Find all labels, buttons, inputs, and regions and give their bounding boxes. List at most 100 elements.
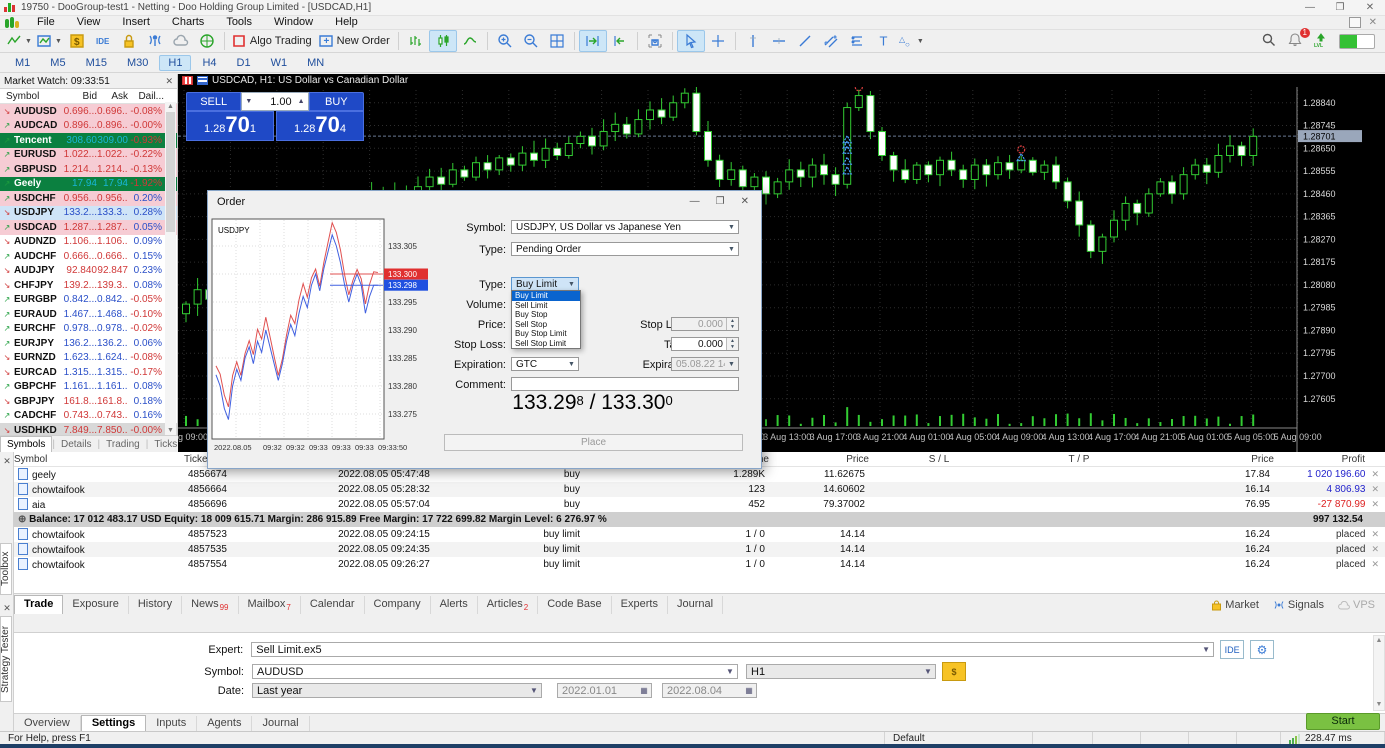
- market-watch-row-eurcad[interactable]: ↘EURCAD1.315...1.315...-0.17%: [0, 365, 177, 380]
- market-watch-header[interactable]: SymbolBidAskDail...: [0, 89, 177, 104]
- toolbox-tab-alerts[interactable]: Alerts: [431, 596, 478, 614]
- toolbox-tab-journal[interactable]: Journal: [668, 596, 723, 614]
- order-symbol-select[interactable]: USDJPY, US Dollar vs Japanese Yen▼: [511, 220, 739, 234]
- timeframe-d1[interactable]: D1: [228, 55, 260, 71]
- horizontal-line-icon[interactable]: [766, 31, 792, 51]
- mw-tab-trading[interactable]: Trading: [100, 437, 146, 452]
- menu-charts[interactable]: Charts: [161, 16, 215, 28]
- lock-icon[interactable]: [116, 31, 142, 51]
- vps-cloud-icon[interactable]: [168, 31, 194, 51]
- chart-type-icon[interactable]: ▼: [4, 31, 34, 51]
- market-watch-row-euraud[interactable]: ↗EURAUD1.467...1.468...-0.10%: [0, 307, 177, 322]
- menu-view[interactable]: View: [66, 16, 112, 28]
- sell-price[interactable]: 1.28 70 1: [186, 111, 274, 141]
- market-watch-row-gbpusd[interactable]: ↗GBPUSD1.214...1.214...-0.13%: [0, 162, 177, 177]
- order-type-select[interactable]: Pending Order▼: [511, 242, 739, 256]
- trade-col-price[interactable]: Price: [1149, 454, 1274, 465]
- crosshair-icon[interactable]: [705, 31, 731, 51]
- market-watch-row-eurnzd[interactable]: ↘EURNZD1.623...1.624...-0.08%: [0, 351, 177, 366]
- expert-select[interactable]: Sell Limit.ex5▼: [251, 642, 1214, 657]
- menu-insert[interactable]: Insert: [111, 16, 161, 28]
- close-icon[interactable]: ✕: [1355, 1, 1385, 15]
- notifications-bell-icon[interactable]: 1: [1287, 32, 1303, 51]
- toolbox-tab-news[interactable]: News99: [182, 596, 238, 614]
- toolbox-tab-company[interactable]: Company: [365, 596, 431, 614]
- timeframe-m1[interactable]: M1: [6, 55, 39, 71]
- trade-col-sl[interactable]: S / L: [869, 454, 1009, 465]
- market-watch-row-eurgbp[interactable]: ↗EURGBP0.842...0.842...-0.05%: [0, 293, 177, 308]
- menu-window[interactable]: Window: [263, 16, 324, 28]
- market-watch-row-usdjpy[interactable]: ↘USDJPY133.2...133.3...0.28%: [0, 206, 177, 221]
- trade-col-profit[interactable]: Profit: [1274, 454, 1385, 465]
- tester-vertical-tab[interactable]: Strategy Tester: [0, 616, 12, 702]
- candlestick-chart-icon[interactable]: [429, 30, 457, 52]
- dialog-close-icon[interactable]: ✕: [741, 196, 749, 207]
- mw-col-symbol[interactable]: Symbol: [0, 91, 62, 102]
- expert-settings-gear-icon[interactable]: ⚙: [1250, 640, 1274, 659]
- close-position-icon[interactable]: ✕: [1365, 499, 1379, 509]
- market-watch-close-icon[interactable]: ✕: [165, 76, 173, 87]
- close-position-icon[interactable]: ✕: [1365, 544, 1379, 554]
- expiration-select[interactable]: GTC▼: [511, 357, 579, 371]
- toolbox-tab-code-base[interactable]: Code Base: [538, 596, 611, 614]
- tester-tab-journal[interactable]: Journal: [252, 716, 309, 732]
- volume-increase-icon[interactable]: ▲: [295, 98, 308, 105]
- chart-mini-icon[interactable]: [197, 76, 208, 85]
- timeframe-h1[interactable]: H1: [159, 55, 191, 71]
- symbol-select[interactable]: AUDUSD▼: [252, 664, 738, 679]
- algo-trading-button[interactable]: Algo Trading: [229, 31, 316, 51]
- timeframe-h4[interactable]: H4: [193, 55, 225, 71]
- ide-button[interactable]: IDE: [1220, 640, 1244, 659]
- close-position-icon[interactable]: ✕: [1365, 529, 1379, 539]
- dropdown-option-buy-stop-limit[interactable]: Buy Stop Limit: [512, 329, 580, 339]
- mw-col-bid[interactable]: Bid: [62, 91, 97, 102]
- trade-row-4857535[interactable]: chowtaifook48575352022.08.05 09:24:35buy…: [14, 542, 1385, 557]
- chart-shift-icon[interactable]: [579, 30, 607, 52]
- signals-broadcast-icon[interactable]: [142, 31, 168, 51]
- pending-type-select[interactable]: Buy Limit▼: [511, 277, 579, 291]
- market-watch-row-audnzd[interactable]: ↘AUDNZD1.106...1.106...0.09%: [0, 235, 177, 250]
- market-watch-row-geely[interactable]: ↗Geely17.9417.94-1.92%: [0, 177, 177, 192]
- tester-tab-settings[interactable]: Settings: [81, 715, 146, 732]
- dropdown-option-buy-limit[interactable]: Buy Limit: [512, 291, 580, 301]
- buy-button[interactable]: BUY: [309, 92, 364, 111]
- sell-button[interactable]: SELL: [186, 92, 241, 111]
- close-position-icon[interactable]: ✕: [1365, 484, 1379, 494]
- trade-row-4857523[interactable]: chowtaifook48575232022.08.05 09:24:15buy…: [14, 527, 1385, 542]
- mw-tab-symbols[interactable]: Symbols: [0, 436, 52, 452]
- child-restore-icon[interactable]: [1349, 17, 1361, 28]
- trade-col-price[interactable]: Price: [769, 454, 869, 465]
- community-globe-icon[interactable]: [194, 31, 220, 51]
- vps-tab[interactable]: VPS: [1338, 599, 1375, 611]
- timeframe-m15[interactable]: M15: [77, 55, 116, 71]
- cursor-icon[interactable]: [677, 30, 705, 52]
- menu-help[interactable]: Help: [324, 16, 369, 28]
- trendline-icon[interactable]: [792, 31, 818, 51]
- close-position-icon[interactable]: ✕: [1365, 559, 1379, 569]
- timeframe-m30[interactable]: M30: [118, 55, 157, 71]
- market-watch-row-cadchf[interactable]: ↗CADCHF0.743...0.743...0.16%: [0, 409, 177, 424]
- market-tab[interactable]: Market: [1211, 599, 1259, 611]
- dialog-title-bar[interactable]: Order — ❐ ✕: [208, 191, 761, 212]
- levels-icon[interactable]: LVL: [1313, 32, 1329, 51]
- market-watch-row-gbpjpy[interactable]: ↘GBPJPY161.8...161.8...0.18%: [0, 394, 177, 409]
- market-dollar-icon[interactable]: $: [64, 31, 90, 51]
- market-watch-row-audjpy[interactable]: ↘AUDJPY92.84092.8470.23%: [0, 264, 177, 279]
- market-watch-row-audusd[interactable]: ↘AUDUSD0.696...0.696...-0.08%: [0, 104, 177, 119]
- zoom-out-icon[interactable]: [518, 31, 544, 51]
- market-watch-row-eurusd[interactable]: ↗EURUSD1.022...1.022...-0.22%: [0, 148, 177, 163]
- volume-stepper[interactable]: ▼ 1.00 ▲: [241, 92, 308, 111]
- mw-col-dail[interactable]: Dail...: [128, 91, 164, 102]
- trade-row-4856664[interactable]: chowtaifook48566642022.08.05 05:28:32buy…: [14, 482, 1385, 497]
- dropdown-option-sell-stop-limit[interactable]: Sell Stop Limit: [512, 339, 580, 349]
- shapes-icon[interactable]: △○▼: [896, 31, 926, 51]
- child-close-icon[interactable]: ✕: [1369, 17, 1377, 28]
- trade-col-tp[interactable]: T / P: [1009, 454, 1149, 465]
- comment-field[interactable]: [511, 377, 739, 391]
- trade-row-4856696[interactable]: aia48566962022.08.05 05:57:04buy45279.37…: [14, 497, 1385, 512]
- volume-decrease-icon[interactable]: ▼: [242, 98, 255, 105]
- volume-value[interactable]: 1.00: [255, 96, 294, 108]
- equidistant-lines-icon[interactable]: [844, 31, 870, 51]
- buy-price[interactable]: 1.28 70 4: [276, 111, 364, 141]
- dropdown-option-sell-stop[interactable]: Sell Stop: [512, 320, 580, 330]
